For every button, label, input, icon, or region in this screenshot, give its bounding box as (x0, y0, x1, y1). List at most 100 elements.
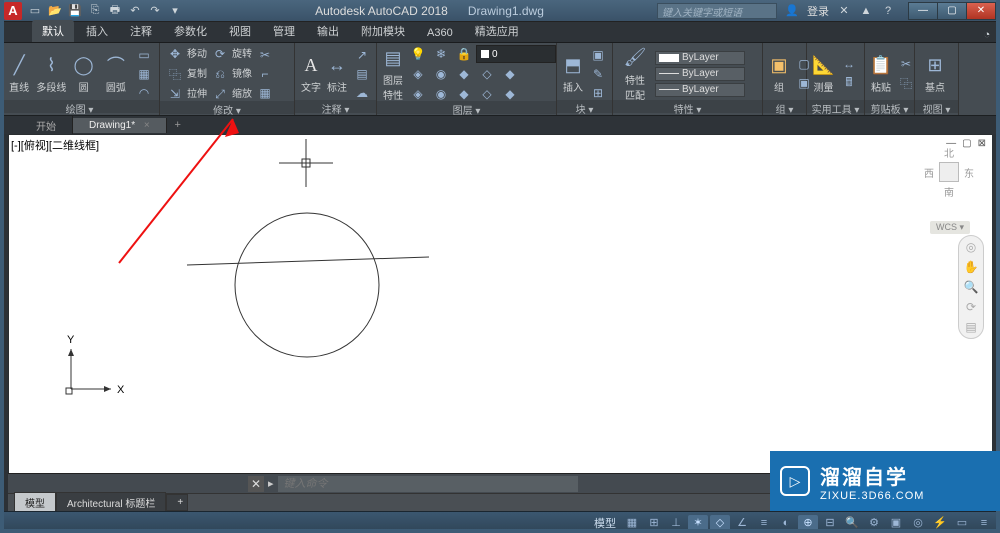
polyline-button[interactable]: ⌇多段线 (36, 53, 66, 94)
panel-modify-title[interactable]: 修改 ▾ (160, 101, 294, 114)
basepoint-button[interactable]: ⊞基点 (919, 53, 951, 94)
qat-more-icon[interactable]: ▾ (168, 4, 182, 18)
close-button[interactable]: ✕ (966, 2, 996, 20)
polar-icon[interactable]: ✶ (688, 515, 708, 531)
undo-icon[interactable]: ↶ (128, 4, 142, 18)
calc-icon[interactable]: 🖩 (838, 74, 860, 92)
maximize-button[interactable]: ▢ (937, 2, 967, 20)
panel-group-title[interactable]: 组 ▾ (763, 100, 806, 113)
matchprop-button[interactable]: 🖌特性 匹配 (617, 46, 653, 102)
tab-featured[interactable]: 精选应用 (465, 20, 529, 42)
layout-add[interactable]: + (166, 494, 188, 511)
panel-layers-title[interactable]: 图层 ▾ (377, 101, 556, 114)
ellipse-icon[interactable]: ◠ (133, 84, 155, 102)
layerprev-icon[interactable]: ◆ (453, 65, 475, 83)
sc-icon[interactable]: ⊕ (798, 515, 818, 531)
paste-button[interactable]: 📋粘贴 (869, 53, 893, 94)
text-button[interactable]: A文字 (299, 53, 323, 94)
lweight-icon[interactable]: ≡ (754, 515, 774, 531)
customize-icon[interactable]: ≡ (974, 515, 994, 531)
lock-icon[interactable]: 🔒 (453, 45, 475, 63)
linetype-combo[interactable]: ByLayer (655, 83, 745, 97)
layer-combo[interactable]: 0 (476, 45, 556, 63)
edit-block-icon[interactable]: ✎ (587, 65, 609, 83)
copy-clip-icon[interactable]: ⿻ (895, 74, 917, 92)
freeze-icon[interactable]: ❄ (430, 45, 452, 63)
cleanscreen-icon[interactable]: ▭ (952, 515, 972, 531)
doc-tab-drawing1[interactable]: Drawing1* × (73, 118, 167, 133)
viewcube[interactable]: 北 西 东 南 (924, 145, 974, 199)
transparency-icon[interactable]: ◐ (776, 515, 796, 531)
plot-icon[interactable]: 🖶 (108, 4, 122, 18)
panel-utilities-title[interactable]: 实用工具 ▾ (807, 100, 864, 113)
panel-clipboard-title[interactable]: 剪贴板 ▾ (865, 100, 914, 113)
create-block-icon[interactable]: ▣ (587, 46, 609, 64)
workspace-icon[interactable]: ⚙ (864, 515, 884, 531)
cmd-close-icon[interactable]: ✕ (248, 476, 264, 492)
insert-button[interactable]: ⬒插入 (561, 53, 585, 94)
nav-showmotion-icon[interactable]: ▤ (965, 320, 976, 334)
arc-button[interactable]: ⌒圆弧 (101, 53, 131, 94)
viewcube-north[interactable]: 北 (924, 145, 974, 160)
minimize-button[interactable]: — (908, 2, 938, 20)
isolate-icon[interactable]: ◎ (908, 515, 928, 531)
color-combo[interactable]: ByLayer (655, 51, 745, 65)
osnap-icon[interactable]: ◇ (710, 515, 730, 531)
cut-icon[interactable]: ✂ (895, 55, 917, 73)
doc-tab-add[interactable]: + (167, 119, 189, 131)
open-icon[interactable]: 📂 (48, 4, 62, 18)
layeriso-icon[interactable]: ◈ (407, 65, 429, 83)
bulb-icon[interactable]: 💡 (407, 45, 429, 63)
panel-viewbase-title[interactable]: 视图 ▾ (915, 100, 958, 113)
viewcube-south[interactable]: 南 (924, 184, 974, 199)
move-icon[interactable]: ✥ (164, 45, 186, 63)
annoscale-icon[interactable]: 🔍 (842, 515, 862, 531)
doc-close-icon[interactable]: × (144, 120, 150, 131)
redo-icon[interactable]: ↷ (148, 4, 162, 18)
line-button[interactable]: ╱直线 (4, 53, 34, 94)
tab-annotate[interactable]: 注释 (120, 20, 162, 42)
layermatch-icon[interactable]: ◉ (430, 65, 452, 83)
rect-icon[interactable]: ▭ (133, 46, 155, 64)
hatch-icon[interactable]: ▦ (133, 65, 155, 83)
group-button[interactable]: ▣组 (767, 53, 791, 94)
ribbon-collapse-icon[interactable]: ◔ (980, 28, 994, 42)
copy-icon[interactable]: ⿻ (164, 65, 186, 83)
layermore1-icon[interactable]: ◇ (476, 65, 498, 83)
tab-addins[interactable]: 附加模块 (351, 20, 415, 42)
hardware-icon[interactable]: ⚡ (930, 515, 950, 531)
drawing-canvas[interactable]: [-][俯视][二维线框] — ▢ ⊠ (8, 134, 992, 477)
layermore2-icon[interactable]: ◆ (499, 65, 521, 83)
panel-draw-title[interactable]: 绘图 ▾ (0, 100, 159, 113)
snap-icon[interactable]: ⊞ (644, 515, 664, 531)
mirror-icon[interactable]: ⎌ (209, 65, 231, 83)
leader-icon[interactable]: ↗ (351, 46, 373, 64)
new-icon[interactable]: ▭ (28, 4, 42, 18)
nav-pan-icon[interactable]: ✋ (964, 260, 979, 274)
viewcube-east[interactable]: 东 (964, 165, 974, 180)
save-icon[interactable]: 💾 (68, 4, 82, 18)
panel-properties-title[interactable]: 特性 ▾ (613, 100, 762, 113)
nav-orbit-icon[interactable]: ⟳ (966, 300, 976, 314)
grid-icon[interactable]: ▦ (622, 515, 642, 531)
annomonitor-icon[interactable]: ▣ (886, 515, 906, 531)
user-icon[interactable]: 👤 (785, 4, 799, 18)
panel-annotation-title[interactable]: 注释 ▾ (295, 100, 376, 113)
rotate-icon[interactable]: ⟳ (209, 45, 231, 63)
app-logo-icon[interactable]: A (4, 2, 22, 20)
login-label[interactable]: 登录 (807, 3, 829, 19)
search-input[interactable]: 键入关键字或短语 (657, 3, 777, 19)
status-model-label[interactable]: 模型 (594, 515, 616, 531)
trim-icon[interactable]: ✂ (254, 46, 276, 64)
tab-output[interactable]: 输出 (307, 20, 349, 42)
tab-manage[interactable]: 管理 (263, 20, 305, 42)
dist-icon[interactable]: ↔ (838, 55, 860, 73)
tab-default[interactable]: 默认 (32, 20, 74, 42)
cmd-chevron-icon[interactable]: ▸ (268, 477, 274, 490)
a360-icon[interactable]: ▲ (859, 4, 873, 18)
wcs-badge[interactable]: WCS ▾ (930, 221, 970, 234)
tab-view[interactable]: 视图 (219, 20, 261, 42)
table-icon[interactable]: ▤ (351, 65, 373, 83)
nav-wheel-icon[interactable]: ◎ (966, 240, 976, 254)
qp-icon[interactable]: ⊟ (820, 515, 840, 531)
